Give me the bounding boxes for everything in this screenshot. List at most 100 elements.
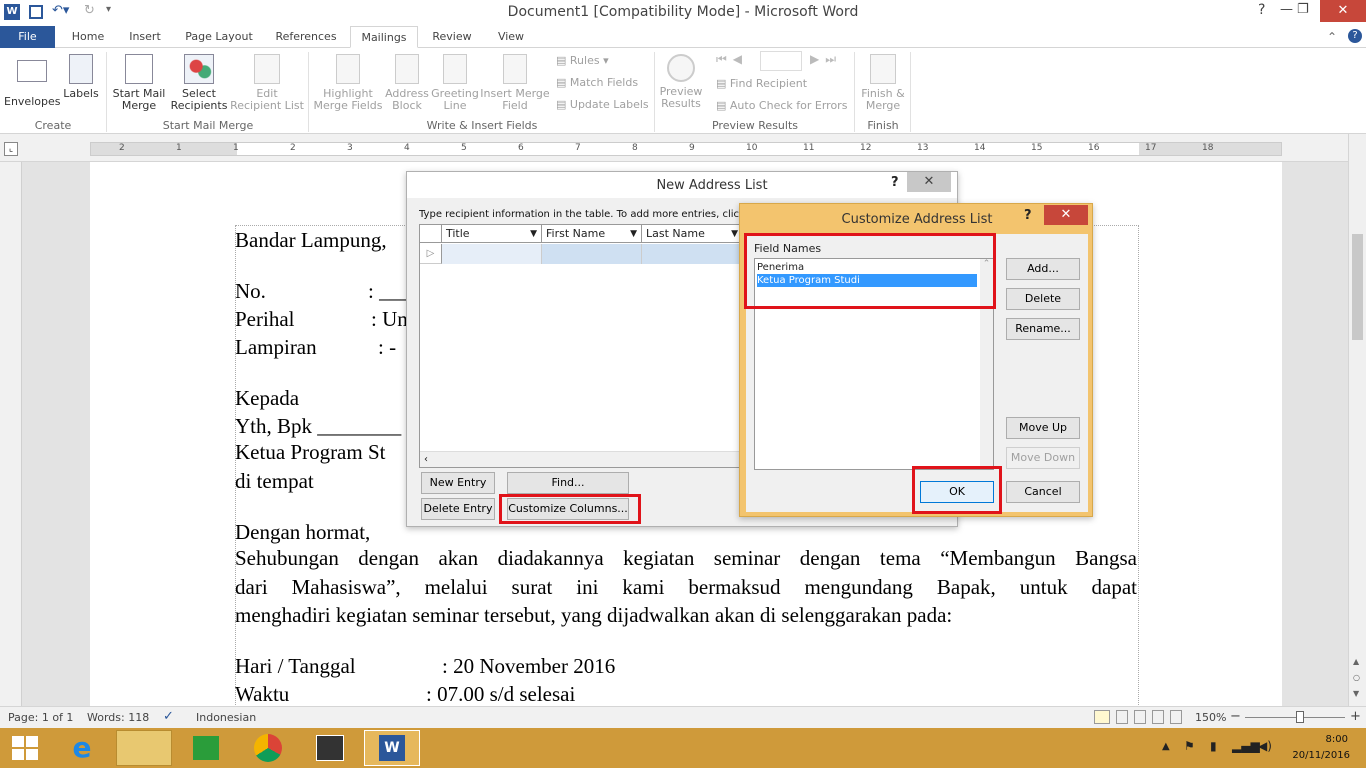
address-block-button[interactable]: Address Block (384, 54, 430, 112)
horizontal-ruler[interactable]: 2 1 1 2 3 4 5 6 7 8 9 10 11 12 13 14 15 16 17 18 (90, 142, 1282, 156)
show-hidden-icons[interactable]: ▲ (1162, 741, 1170, 752)
move-up-button[interactable]: Move Up (1006, 417, 1080, 439)
tab-selector-icon[interactable]: ⌞ (4, 142, 18, 156)
chrome-icon[interactable] (240, 730, 296, 766)
file-explorer-icon[interactable] (116, 730, 172, 766)
rules-button[interactable]: ▤ Rules ▾ (556, 52, 609, 70)
delete-field-button[interactable]: Delete (1006, 288, 1080, 310)
battery-icon[interactable]: ▮ (1210, 739, 1217, 753)
proofing-icon[interactable]: ✓ (163, 709, 174, 724)
table-horizontal-scrollbar[interactable]: ‹ (420, 451, 754, 467)
zoom-slider[interactable] (1245, 717, 1345, 718)
zoom-in-button[interactable]: + (1350, 709, 1361, 724)
internet-explorer-icon[interactable]: e (54, 730, 110, 766)
column-header-title[interactable]: Title ▼ (442, 225, 542, 243)
select-recipients-button[interactable]: Select Recipients (166, 54, 232, 112)
browse-object-icons[interactable]: ▲ ○ ▼ (1353, 654, 1360, 702)
read-mode-icon[interactable] (1116, 710, 1128, 724)
rename-field-button[interactable]: Rename... (1006, 318, 1080, 340)
ribbon-collapse-icon[interactable]: ⌃ (1327, 30, 1337, 44)
word-count[interactable]: Words: 118 (87, 711, 149, 724)
web-layout-icon[interactable] (1134, 710, 1146, 724)
media-app-icon[interactable] (302, 730, 358, 766)
ruler-tick-label: 4 (404, 143, 410, 153)
status-bar: Page: 1 of 1 Words: 118 ✓ Indonesian 150… (0, 706, 1366, 728)
new-address-close-button[interactable]: ✕ (907, 172, 951, 192)
help-icon[interactable]: ? (1348, 29, 1362, 43)
dropdown-icon: ▼ (630, 229, 637, 239)
highlight-customize-columns (499, 494, 641, 524)
auto-check-errors-button[interactable]: ▤ Auto Check for Errors (716, 97, 847, 115)
cancel-button[interactable]: Cancel (1006, 481, 1080, 503)
envelopes-button[interactable]: Envelopes (4, 54, 60, 108)
record-number-input[interactable] (760, 51, 802, 71)
close-button[interactable]: ✕ (1320, 0, 1366, 22)
ruler-tick-label: 16 (1088, 143, 1100, 153)
windows-start-icon[interactable] (12, 736, 38, 760)
zoom-level[interactable]: 150% (1195, 711, 1226, 724)
zoom-slider-thumb[interactable] (1296, 711, 1304, 723)
update-labels-button[interactable]: ▤ Update Labels (556, 96, 649, 114)
highlight-merge-fields-button[interactable]: Highlight Merge Fields (312, 54, 384, 112)
tab-references[interactable]: References (268, 26, 344, 48)
insert-merge-field-button[interactable]: Insert Merge Field (480, 54, 550, 112)
customize-title: Customize Address List (841, 212, 993, 227)
labels-button[interactable]: Labels (62, 54, 100, 100)
language-indicator[interactable]: Indonesian (196, 711, 256, 724)
column-header-first-name[interactable]: First Name ▼ (542, 225, 642, 243)
tab-view[interactable]: View (488, 26, 534, 48)
new-entry-button[interactable]: New Entry (421, 472, 495, 494)
tab-page-layout[interactable]: Page Layout (180, 26, 258, 48)
tab-home[interactable]: Home (63, 26, 113, 48)
cell-title[interactable] (442, 244, 542, 264)
minimize-button[interactable]: — (1280, 2, 1293, 17)
cell-first-name[interactable] (542, 244, 642, 264)
doc-hari-label: Hari / Tanggal (235, 654, 356, 678)
draft-icon[interactable] (1170, 710, 1182, 724)
store-icon[interactable] (178, 730, 234, 766)
flag-icon[interactable]: ⚑ (1184, 739, 1195, 753)
edit-recipient-list-button[interactable]: Edit Recipient List (230, 54, 304, 112)
find-recipient-button[interactable]: ▤ Find Recipient (716, 75, 807, 93)
greeting-line-button[interactable]: Greeting Line (430, 54, 480, 112)
word-taskbar-icon[interactable]: W (364, 730, 420, 766)
record-nav-next-icons[interactable]: ▶⏭ (810, 52, 842, 67)
restore-button[interactable]: ❐ (1297, 2, 1309, 17)
row-selector-icon[interactable]: ▷ (420, 244, 442, 264)
move-down-button[interactable]: Move Down (1006, 447, 1080, 469)
customize-close-button[interactable]: ✕ (1044, 205, 1088, 225)
start-mail-merge-button[interactable]: Start Mail Merge (110, 54, 168, 112)
scroll-thumb[interactable] (1352, 234, 1363, 340)
vertical-ruler[interactable] (0, 162, 22, 706)
match-fields-button[interactable]: ▤ Match Fields (556, 74, 638, 92)
clock-time[interactable]: 8:00 (1288, 734, 1348, 745)
tab-file[interactable]: File (0, 26, 55, 48)
delete-entry-button[interactable]: Delete Entry (421, 498, 495, 520)
finish-merge-button[interactable]: Finish & Merge (858, 54, 908, 112)
customize-help-button[interactable]: ? (1024, 208, 1032, 223)
print-layout-icon[interactable] (1094, 710, 1110, 724)
cell-last-name[interactable] (642, 244, 754, 264)
find-button[interactable]: Find... (507, 472, 629, 494)
record-nav-icons[interactable]: ⏮◀ (716, 52, 748, 67)
dropdown-icon: ▼ (530, 229, 537, 239)
zoom-out-button[interactable]: − (1230, 709, 1241, 724)
page-count[interactable]: Page: 1 of 1 (8, 711, 73, 724)
recipient-table[interactable]: Title ▼ First Name ▼ Last Name ▼ ▷ ‹ (419, 224, 755, 468)
add-field-button[interactable]: Add... (1006, 258, 1080, 280)
preview-icon (667, 54, 695, 82)
doc-hormat: Dengan hormat, (235, 520, 371, 544)
volume-icon[interactable]: ◀) (1258, 739, 1272, 753)
column-header-last-name[interactable]: Last Name ▼ (642, 225, 742, 243)
outline-icon[interactable] (1152, 710, 1164, 724)
new-address-help-button[interactable]: ? (891, 175, 899, 190)
preview-results-button[interactable]: Preview Results (658, 54, 704, 110)
clock-date[interactable]: 20/11/2016 (1278, 750, 1350, 761)
vertical-scrollbar[interactable]: ▲ ○ ▼ (1348, 134, 1366, 706)
tab-review[interactable]: Review (424, 26, 480, 48)
network-icon[interactable]: ▂▄▆ (1232, 739, 1260, 753)
tab-insert[interactable]: Insert (120, 26, 170, 48)
tab-mailings[interactable]: Mailings (350, 26, 418, 48)
help-button[interactable]: ? (1258, 2, 1265, 18)
doc-para-3: menghadiri kegiatan seminar tersebut, ya… (235, 603, 953, 627)
